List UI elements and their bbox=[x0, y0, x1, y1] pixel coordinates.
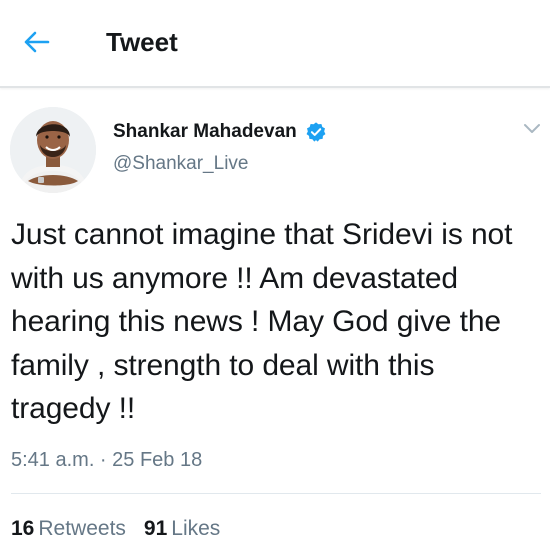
verified-badge-icon bbox=[306, 122, 326, 142]
divider bbox=[11, 493, 541, 494]
page-title: Tweet bbox=[106, 27, 178, 57]
back-button[interactable] bbox=[18, 26, 54, 58]
tweet-detail-screen: Tweet Shankar Mahadevan @Shankar_Live Ju… bbox=[0, 0, 550, 550]
tweet-stats: 16 Retweets 91 Likes bbox=[11, 515, 220, 543]
more-options-button[interactable] bbox=[522, 120, 542, 136]
author-name: Shankar Mahadevan bbox=[113, 121, 297, 142]
avatar-photo bbox=[10, 107, 96, 193]
likes-stat[interactable]: 91 Likes bbox=[144, 515, 220, 543]
tweet-timestamp: 5:41 a.m. · 25 Feb 18 bbox=[11, 449, 203, 471]
tweet-text: Just cannot imagine that Sridevi is not … bbox=[11, 218, 513, 425]
arrow-left-icon bbox=[24, 31, 50, 53]
retweets-stat[interactable]: 16 Retweets bbox=[11, 515, 126, 543]
retweets-count: 16 bbox=[11, 517, 35, 540]
author-name-row[interactable]: Shankar Mahadevan bbox=[113, 120, 327, 144]
top-app-bar: Tweet bbox=[0, 0, 550, 88]
author-handle[interactable]: @Shankar_Live bbox=[113, 152, 248, 176]
avatar[interactable] bbox=[10, 107, 96, 193]
chevron-down-icon bbox=[524, 124, 540, 133]
likes-count: 91 bbox=[143, 517, 168, 540]
likes-label: Likes bbox=[171, 517, 221, 540]
retweets-label: Retweets bbox=[38, 517, 126, 540]
